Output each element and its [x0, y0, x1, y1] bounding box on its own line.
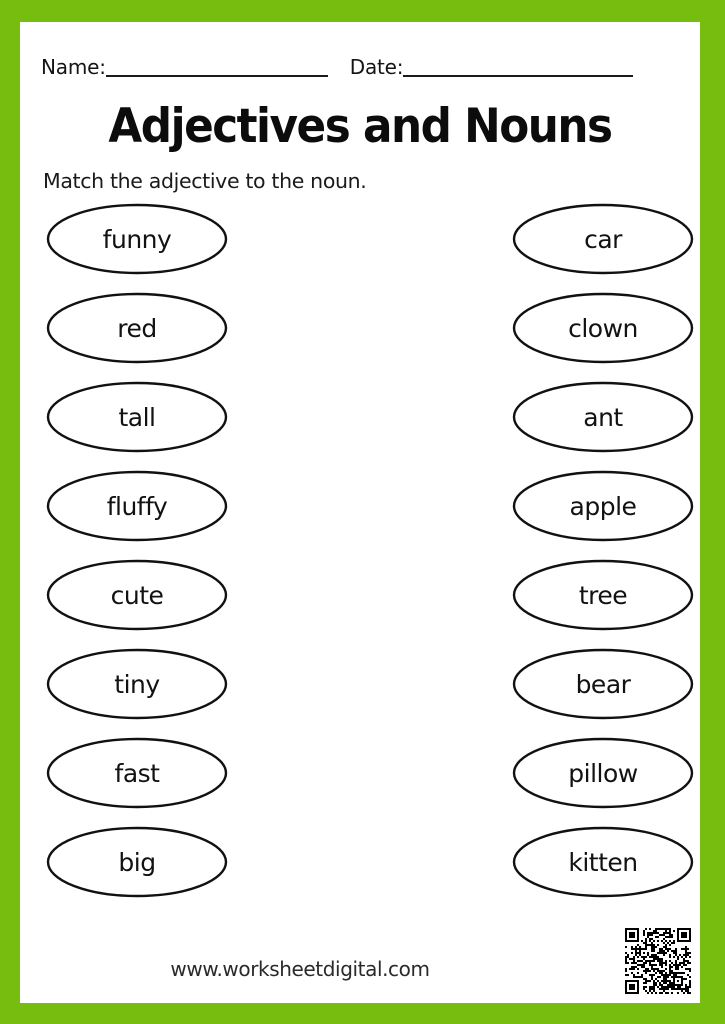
adjective-oval-label: fluffy — [106, 491, 168, 521]
date-input-line[interactable] — [403, 74, 634, 77]
adjective-oval[interactable]: fast — [46, 737, 228, 809]
noun-oval[interactable]: ant — [512, 381, 694, 453]
noun-oval[interactable]: pillow — [512, 737, 694, 809]
worksheet-white-area: Name: Date: Adjectives and Nouns Match t… — [20, 22, 700, 1003]
adjective-oval-label: funny — [102, 224, 172, 254]
adjective-oval[interactable]: funny — [46, 203, 228, 275]
adjective-oval[interactable]: cute — [46, 559, 228, 631]
noun-oval-label: clown — [568, 313, 638, 343]
adjective-oval-label: tiny — [114, 669, 160, 699]
adjective-oval-label: cute — [110, 580, 164, 610]
noun-oval-label: tree — [578, 580, 628, 610]
page-title: Adjectives and Nouns — [108, 99, 613, 154]
adjective-oval[interactable]: big — [46, 826, 228, 898]
name-label: Name: — [41, 55, 106, 79]
name-date-row: Name: Date: — [41, 44, 681, 78]
noun-oval-label: kitten — [568, 847, 638, 877]
matching-columns: funny red tall fluffy cute tiny fast big car clo… — [20, 203, 700, 903]
nouns-column: car clown ant apple tree bear pillow kitten — [512, 203, 694, 915]
noun-oval-label: ant — [583, 402, 623, 432]
adjective-oval[interactable]: red — [46, 292, 228, 364]
qr-code[interactable] — [625, 928, 691, 994]
noun-oval[interactable]: bear — [512, 648, 694, 720]
adjective-oval-label: big — [118, 847, 156, 877]
noun-oval[interactable]: car — [512, 203, 694, 275]
adjective-oval[interactable]: tall — [46, 381, 228, 453]
adjective-oval-label: fast — [114, 758, 160, 788]
worksheet-page: Name: Date: Adjectives and Nouns Match t… — [0, 0, 725, 1024]
noun-oval[interactable]: clown — [512, 292, 694, 364]
noun-oval-label: car — [584, 224, 622, 254]
noun-oval-label: pillow — [568, 758, 638, 788]
noun-oval[interactable]: kitten — [512, 826, 694, 898]
adjective-oval-label: red — [117, 313, 157, 343]
adjective-oval-label: tall — [118, 402, 156, 432]
qr-code-icon — [625, 928, 691, 994]
adjective-oval[interactable]: fluffy — [46, 470, 228, 542]
noun-oval[interactable]: apple — [512, 470, 694, 542]
noun-oval-label: apple — [569, 491, 637, 521]
instruction-text: Match the adjective to the noun. — [43, 169, 367, 193]
footer-url[interactable]: www.worksheetdigital.com — [20, 957, 580, 981]
name-input-line[interactable] — [105, 74, 328, 77]
adjectives-column: funny red tall fluffy cute tiny fast big — [46, 203, 228, 915]
adjective-oval[interactable]: tiny — [46, 648, 228, 720]
noun-oval[interactable]: tree — [512, 559, 694, 631]
noun-oval-label: bear — [575, 669, 631, 699]
date-label: Date: — [349, 55, 404, 79]
